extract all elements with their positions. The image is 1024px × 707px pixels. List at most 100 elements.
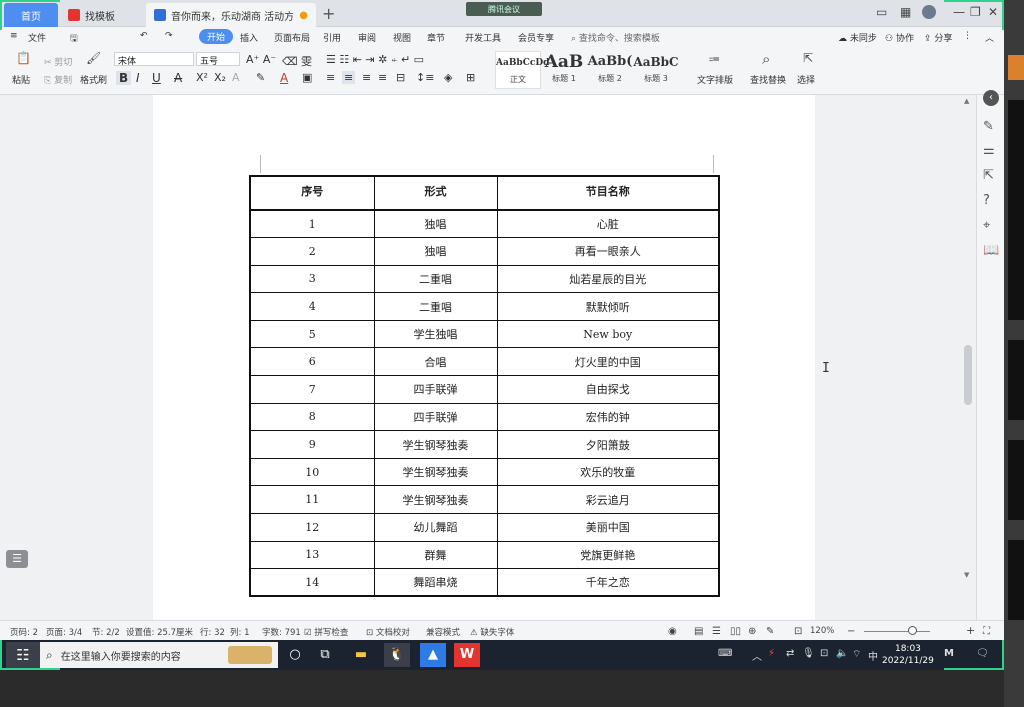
- sync-button[interactable]: ☁ 未同步: [838, 31, 877, 44]
- vertical-scrollbar[interactable]: ▲ ▼: [961, 95, 975, 620]
- align-center-icon[interactable]: ≡: [342, 71, 356, 84]
- share-button[interactable]: ⇪ 分享: [924, 31, 952, 44]
- distribute-icon[interactable]: ⊟: [396, 71, 405, 84]
- menu-layout[interactable]: 页面布局: [274, 31, 310, 44]
- hamburger-icon[interactable]: ≡: [10, 31, 18, 41]
- paste-button[interactable]: 粘贴: [12, 73, 30, 86]
- fit-page-icon[interactable]: ⊡: [794, 626, 802, 637]
- cell-form[interactable]: 学生独唱: [373, 319, 498, 349]
- help-icon[interactable]: ?: [983, 193, 990, 208]
- cell-program[interactable]: 千年之恋: [496, 568, 720, 597]
- style-heading-3[interactable]: AaBbC 标题 3: [633, 51, 679, 89]
- restore-icon[interactable]: ❐: [970, 5, 981, 19]
- proofread-button[interactable]: ⊡ 文档校对: [366, 626, 410, 638]
- justify-icon[interactable]: ≡: [378, 71, 387, 84]
- cell-program[interactable]: 再看一眼亲人: [496, 237, 720, 266]
- cell-index[interactable]: 2: [249, 237, 375, 266]
- tab-document[interactable]: 音你而来，乐动湖商 活动方案 ●: [146, 3, 316, 27]
- close-icon[interactable]: ✕: [988, 5, 998, 19]
- avatar[interactable]: [922, 5, 936, 19]
- subscript-button[interactable]: X₂: [214, 71, 226, 84]
- panel-collapse-icon[interactable]: ‹: [983, 90, 999, 106]
- superscript-button[interactable]: X²: [196, 71, 208, 84]
- shading-icon[interactable]: ◈: [444, 71, 452, 84]
- taskbar-search-box[interactable]: ⌕ 在这里输入你要搜索的内容: [40, 642, 278, 668]
- font-color-button[interactable]: A: [280, 71, 288, 85]
- status-page-number[interactable]: 页码: 2: [10, 626, 38, 638]
- fullscreen-icon[interactable]: ⛶: [983, 626, 990, 637]
- outline-view-icon[interactable]: ☰: [712, 626, 721, 637]
- menu-home[interactable]: 开始: [199, 29, 234, 44]
- cell-form[interactable]: 学生钢琴独奏: [373, 485, 498, 515]
- command-search[interactable]: ⌕ 查找命令、搜索模板: [571, 31, 660, 44]
- scrollbar-thumb[interactable]: [964, 345, 972, 405]
- zoom-slider[interactable]: [864, 631, 930, 632]
- cell-program[interactable]: 心脏: [496, 209, 720, 239]
- read-view-icon[interactable]: ▯▯: [730, 626, 741, 637]
- zoom-in-icon[interactable]: +: [966, 624, 975, 637]
- cell-index[interactable]: 13: [249, 540, 375, 570]
- cell-program[interactable]: New boy: [496, 319, 720, 349]
- page-view-icon[interactable]: ▤: [694, 626, 703, 637]
- meeting-indicator[interactable]: 腾讯会议: [466, 2, 542, 16]
- layout-icon[interactable]: ▭: [876, 5, 887, 19]
- cell-form[interactable]: 四手联弹: [373, 375, 498, 404]
- network-icon[interactable]: ⇄: [786, 648, 794, 659]
- strikethrough-button[interactable]: A: [174, 71, 182, 85]
- cell-index[interactable]: 9: [249, 430, 375, 459]
- align-right-icon[interactable]: ≡: [362, 71, 371, 84]
- spell-check-button[interactable]: ☑ 拼写检查: [304, 626, 348, 638]
- cell-program[interactable]: 灯火里的中国: [496, 347, 720, 377]
- mic-icon[interactable]: 🎙: [802, 648, 815, 659]
- meeting-tray-icon[interactable]: M: [944, 648, 954, 659]
- ime-indicator[interactable]: 中: [868, 648, 878, 663]
- navigation-pane-button[interactable]: ☰: [6, 550, 28, 568]
- collab-button[interactable]: ⚇ 协作: [885, 31, 914, 44]
- menu-developer[interactable]: 开发工具: [465, 31, 501, 44]
- cell-program[interactable]: 宏伟的钟: [496, 402, 720, 432]
- document-canvas[interactable]: 序号 形式 节目名称 1 独唱 心脏 2 独唱 再看一眼亲人 3 二重唱 灿若星辰的目光 4 二重唱…: [0, 90, 1004, 620]
- cell-form[interactable]: 学生钢琴独奏: [373, 430, 498, 459]
- find-replace-button[interactable]: 查找替换: [750, 73, 786, 86]
- cell-index[interactable]: 14: [249, 568, 375, 597]
- menu-review[interactable]: 审阅: [358, 31, 376, 44]
- format-painter-button[interactable]: 格式刷: [80, 73, 107, 86]
- start-menu-icon[interactable]: ☷: [6, 642, 40, 668]
- style-heading-2[interactable]: AaBb( 标题 2: [587, 51, 633, 89]
- bold-button[interactable]: B: [116, 71, 132, 85]
- text-effect-button[interactable]: A: [232, 71, 240, 84]
- header-form[interactable]: 形式: [373, 175, 498, 211]
- pen-view-icon[interactable]: ✎: [766, 626, 774, 637]
- cell-form[interactable]: 独唱: [373, 209, 498, 239]
- cell-index[interactable]: 10: [249, 457, 375, 487]
- zoom-level[interactable]: 120%: [810, 626, 834, 636]
- cell-index[interactable]: 1: [249, 209, 375, 239]
- font-name-select[interactable]: 宋体: [114, 52, 194, 67]
- wifi-icon[interactable]: ⌔: [852, 648, 861, 661]
- select-button[interactable]: 选择: [797, 73, 815, 86]
- underline-button[interactable]: U: [152, 71, 161, 85]
- adjust-icon[interactable]: ⚌: [983, 143, 995, 158]
- cell-index[interactable]: 8: [249, 402, 375, 432]
- cell-program[interactable]: 欢乐的牧童: [496, 457, 720, 487]
- tray-expand-icon[interactable]: ︿: [752, 648, 762, 663]
- cell-program[interactable]: 默默倾听: [496, 292, 720, 321]
- cell-form[interactable]: 二重唱: [373, 292, 498, 321]
- header-index[interactable]: 序号: [249, 175, 375, 211]
- format-painter-icon[interactable]: 🖌: [86, 51, 101, 65]
- text-layout-button[interactable]: 文字排版: [697, 73, 733, 86]
- line-spacing-icon[interactable]: ↕≡: [416, 71, 434, 84]
- cell-index[interactable]: 3: [249, 264, 375, 294]
- tray-app-icon[interactable]: ⚡: [768, 648, 775, 659]
- document-page[interactable]: 序号 形式 节目名称 1 独唱 心脏 2 独唱 再看一眼亲人 3 二重唱 灿若星辰的目光 4 二重唱…: [153, 95, 815, 620]
- cortana-icon[interactable]: ○: [282, 643, 308, 667]
- cell-program[interactable]: 自由探戈: [496, 375, 720, 404]
- menu-insert[interactable]: 插入: [240, 31, 258, 44]
- scroll-down-icon[interactable]: ▼: [964, 571, 969, 579]
- menu-section[interactable]: 章节: [427, 31, 445, 44]
- cell-program[interactable]: 灿若星辰的目光: [496, 264, 720, 294]
- borders-icon[interactable]: ⊞: [466, 71, 475, 84]
- menu-references[interactable]: 引用: [323, 31, 341, 44]
- redo-icon[interactable]: ↷: [165, 31, 173, 41]
- minimize-icon[interactable]: —: [953, 5, 965, 19]
